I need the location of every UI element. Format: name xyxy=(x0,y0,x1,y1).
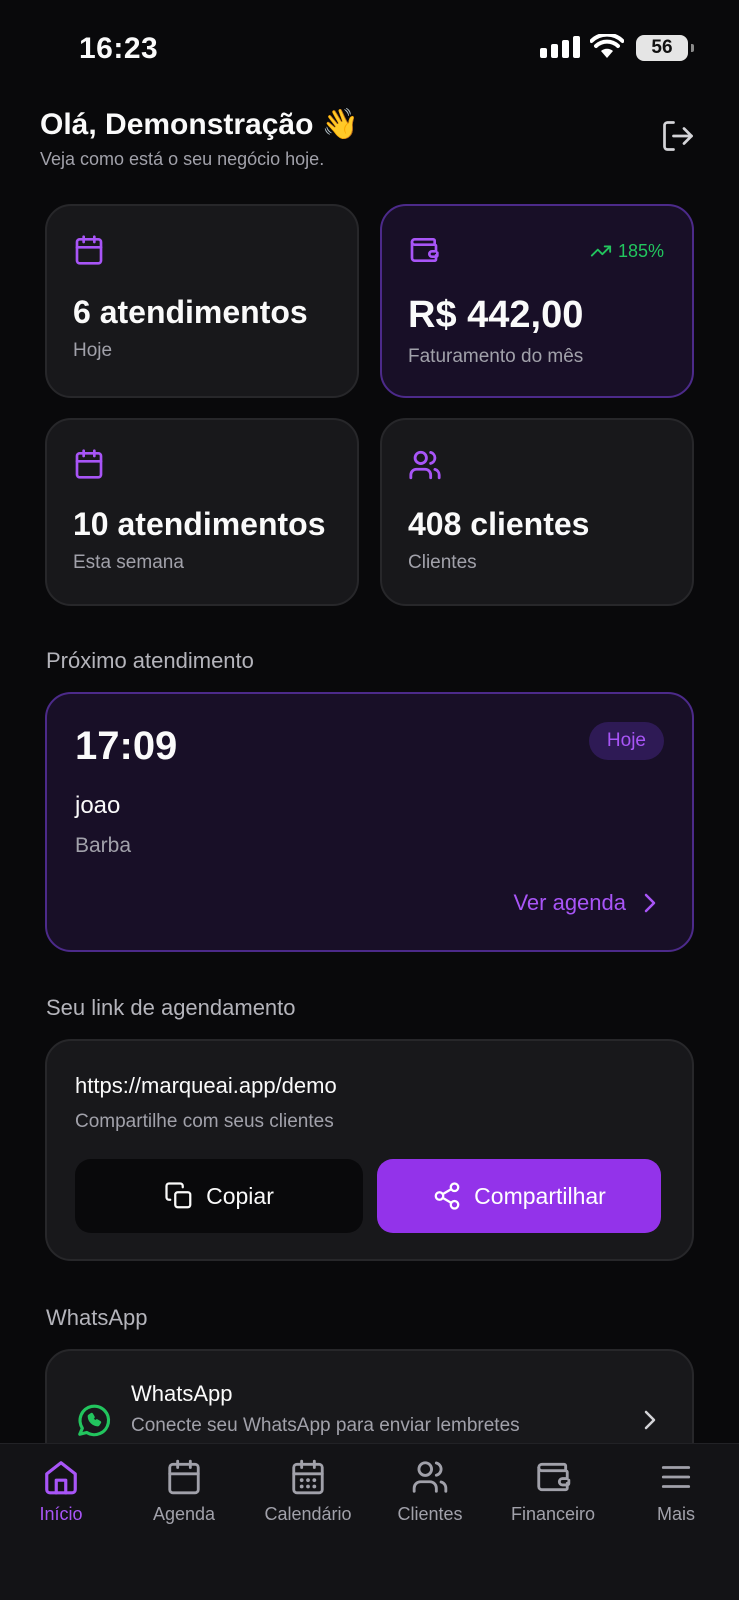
tab-calendario[interactable]: Calendário xyxy=(248,1458,368,1525)
appointment-client: joao xyxy=(75,792,121,819)
greeting-title: Olá, Demonstração 👋 xyxy=(40,108,360,141)
stat-card-clients[interactable]: 408 clientes Clientes xyxy=(380,418,694,606)
stat-label: Clientes xyxy=(408,552,477,573)
stat-value: 408 clientes xyxy=(408,506,590,542)
share-icon xyxy=(434,1182,460,1210)
chevron-right-icon xyxy=(644,1410,656,1430)
cellular-signal-icon xyxy=(540,36,580,58)
trend-value: 185% xyxy=(617,240,664,261)
copy-button[interactable]: Copiar xyxy=(75,1159,363,1233)
wallet-icon xyxy=(537,1462,571,1492)
calendar-icon xyxy=(75,449,103,479)
copy-label: Copiar xyxy=(206,1182,274,1209)
calendar-icon xyxy=(75,235,103,265)
view-agenda-link[interactable]: Ver agenda xyxy=(513,890,658,916)
stat-label: Faturamento do mês xyxy=(408,346,584,367)
calendar-grid-icon xyxy=(292,1459,324,1495)
battery-icon: 56 xyxy=(636,35,694,61)
section-title-booking-link: Seu link de agendamento xyxy=(46,995,296,1020)
tab-agenda[interactable]: Agenda xyxy=(124,1458,244,1525)
revenue-trend: 185% xyxy=(590,240,664,262)
section-title-whatsapp: WhatsApp xyxy=(46,1305,148,1330)
stat-card-week[interactable]: 10 atendimentos Esta semana xyxy=(45,418,359,606)
stat-value: 10 atendimentos xyxy=(73,506,326,542)
menu-icon xyxy=(661,1466,691,1488)
tab-inicio[interactable]: Início xyxy=(1,1458,121,1525)
stat-value: 6 atendimentos xyxy=(73,294,308,330)
appointment-service: Barba xyxy=(75,834,132,857)
logout-icon[interactable] xyxy=(660,118,696,154)
status-bar: 16:23 56 xyxy=(0,0,739,100)
tab-label: Calendário xyxy=(264,1504,352,1524)
wifi-icon xyxy=(590,34,624,58)
appointment-time: 17:09 xyxy=(75,724,178,768)
booking-link-hint: Compartilhe com seus clientes xyxy=(75,1111,334,1132)
users-icon xyxy=(412,1461,448,1493)
tab-label: Mais xyxy=(656,1504,695,1524)
tab-label: Agenda xyxy=(152,1504,216,1524)
greeting-subtitle: Veja como está o seu negócio hoje. xyxy=(40,149,325,169)
section-title-next-appointment: Próximo atendimento xyxy=(46,648,254,673)
tab-label: Clientes xyxy=(397,1504,463,1524)
greeting-header: Olá, Demonstração 👋 Veja como está o seu… xyxy=(40,105,359,170)
trending-up-icon xyxy=(590,245,612,257)
users-icon xyxy=(409,450,441,480)
booking-link-url: https://marqueai.app/demo xyxy=(75,1073,337,1098)
tab-mais[interactable]: Mais xyxy=(616,1458,736,1525)
home-icon xyxy=(45,1461,77,1495)
share-label: Compartilhar xyxy=(474,1182,606,1209)
next-appointment-card[interactable]: 17:09 Hoje joao Barba Ver agenda xyxy=(45,692,694,952)
stat-label: Hoje xyxy=(73,340,113,361)
stat-card-revenue[interactable]: 185% R$ 442,00 Faturamento do mês xyxy=(380,204,694,398)
view-agenda-label: Ver agenda xyxy=(513,890,626,915)
wallet-icon xyxy=(410,238,439,262)
tab-financeiro[interactable]: Financeiro xyxy=(493,1458,613,1525)
chevron-right-icon xyxy=(644,893,656,913)
share-button[interactable]: Compartilhar xyxy=(377,1159,661,1233)
tab-clientes[interactable]: Clientes xyxy=(370,1458,490,1525)
whatsapp-subtitle: Conecte seu WhatsApp para enviar lembret… xyxy=(131,1415,520,1436)
tab-label: Financeiro xyxy=(510,1504,596,1524)
stat-value: R$ 442,00 xyxy=(408,294,584,336)
calendar-icon xyxy=(168,1459,200,1495)
stat-card-today[interactable]: 6 atendimentos Hoje xyxy=(45,204,359,398)
status-time: 16:23 xyxy=(79,32,159,65)
booking-link-card: https://marqueai.app/demo Compartilhe co… xyxy=(45,1039,694,1261)
stat-label: Esta semana xyxy=(73,552,184,573)
copy-icon xyxy=(165,1182,192,1209)
whatsapp-title: WhatsApp xyxy=(131,1381,233,1406)
whatsapp-icon xyxy=(78,1404,111,1437)
tab-label: Início xyxy=(39,1504,83,1524)
today-badge: Hoje xyxy=(588,722,664,760)
bottom-tab-bar: Início Agenda Calendário Clientes Financ… xyxy=(0,1443,739,1600)
